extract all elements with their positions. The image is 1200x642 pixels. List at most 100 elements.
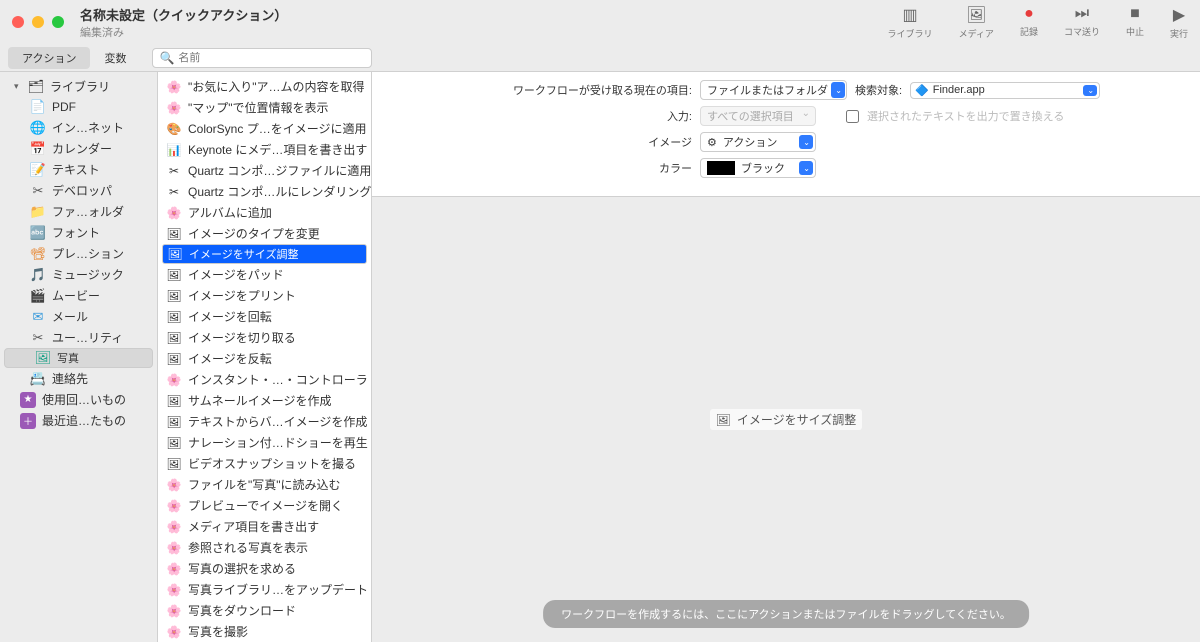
sidebar-item[interactable]: 🔤フォント <box>0 222 157 243</box>
category-icon: 🎬 <box>30 288 46 304</box>
action-item[interactable]: 🌸"マップ"で位置情報を表示 <box>158 97 371 118</box>
action-item[interactable]: 🖼イメージを切り取る <box>158 327 371 348</box>
workflow-drop-area[interactable]: 🖼 イメージをサイズ調整 ワークフローを作成するには、ここにアクションまたはファ… <box>372 197 1200 642</box>
media-icon: 🖼 <box>966 5 986 25</box>
recent-added-icon: ＋ <box>20 413 36 429</box>
action-icon: 🌸 <box>166 205 182 221</box>
action-item[interactable]: 🌸写真を撮影 <box>158 621 371 642</box>
action-item[interactable]: 🌸インスタント・…・コントローラ <box>158 369 371 390</box>
sidebar-recent-added[interactable]: ＋ 最近追…たもの <box>0 410 157 431</box>
action-list: 🌸"お気に入り"ア…ムの内容を取得🌸"マップ"で位置情報を表示🎨ColorSyn… <box>158 72 372 642</box>
category-icon: 📇 <box>30 371 46 387</box>
run-button[interactable]: ▶実行 <box>1170 5 1188 40</box>
action-item[interactable]: 📊Keynote にメデ…項目を書き出す <box>158 139 371 160</box>
category-icon: ✂ <box>30 183 46 199</box>
cfg-replace-label: 選択されたテキストを出力で置き換える <box>867 108 1064 124</box>
tab-segment: アクション 変数 <box>8 47 140 69</box>
media-button[interactable]: 🖼メディア <box>959 5 994 40</box>
cfg-image-select[interactable]: ⚙ アクション⌄ <box>700 132 816 152</box>
cfg-replace-checkbox[interactable] <box>846 110 859 123</box>
image-icon: 🖼 <box>716 413 731 427</box>
category-icon: 🔤 <box>30 225 46 241</box>
action-item[interactable]: 🖼イメージをサイズ調整 <box>162 244 367 264</box>
action-item[interactable]: 🖼サムネールイメージを作成 <box>158 390 371 411</box>
action-item[interactable]: 🖼イメージのタイプを変更 <box>158 223 371 244</box>
action-item[interactable]: 🌸写真をダウンロード <box>158 600 371 621</box>
action-icon: 🌸 <box>166 477 182 493</box>
cfg-input-select[interactable]: すべての選択項目 <box>700 106 816 126</box>
window-controls <box>12 16 64 28</box>
category-icon: 📅 <box>30 141 46 157</box>
title-block: 名称未設定（クイックアクション） 編集済み <box>80 5 888 40</box>
sidebar-item[interactable]: ✂ユー…リティ <box>0 327 157 348</box>
action-icon: 🖼 <box>166 309 182 325</box>
action-item[interactable]: 🌸参照される写真を表示 <box>158 537 371 558</box>
action-icon: 🌸 <box>166 498 182 514</box>
action-item[interactable]: ✂Quartz コンポ…ジファイルに適用 <box>158 160 371 181</box>
action-item[interactable]: 🌸プレビューでイメージを開く <box>158 495 371 516</box>
action-icon: 🌸 <box>166 582 182 598</box>
action-icon: 📊 <box>166 142 182 158</box>
sidebar-item[interactable]: 📽プレ…ション <box>0 243 157 264</box>
action-item[interactable]: 🖼イメージを回転 <box>158 306 371 327</box>
stop-button[interactable]: ■中止 <box>1126 5 1144 38</box>
action-icon: ✂ <box>166 184 182 200</box>
sidebar-item[interactable]: 🎬ムービー <box>0 285 157 306</box>
close-icon[interactable] <box>12 16 24 28</box>
cfg-input-label: 入力: <box>392 108 692 124</box>
main-area: ▾ 🗂 ライブラリ 📄PDF🌐イン…ネット📅カレンダー📝テキスト✂デベロッパ📁フ… <box>0 72 1200 642</box>
gear-icon: ⚙ <box>707 136 717 149</box>
search-icon: 🔍 <box>159 51 174 65</box>
sidebar-item[interactable]: ✉メール <box>0 306 157 327</box>
workflow-canvas: ワークフローが受け取る現在の項目: ファイルまたはフォルダ⌄ 検索対象: 🔷 F… <box>372 72 1200 642</box>
cfg-app-select[interactable]: 🔷 Finder.app⌄ <box>910 82 1100 99</box>
zoom-icon[interactable] <box>52 16 64 28</box>
sidebar-item[interactable]: 📇連絡先 <box>0 368 157 389</box>
sidebar-item[interactable]: 📄PDF <box>0 97 157 117</box>
sidebar-recent-used[interactable]: ★ 使用回…いもの <box>0 389 157 410</box>
action-icon: 🌸 <box>166 372 182 388</box>
sidebar-item[interactable]: 📝テキスト <box>0 159 157 180</box>
sidebar-item[interactable]: 🖼写真 <box>4 348 153 368</box>
action-item[interactable]: 🖼ナレーション付…ドショーを再生 <box>158 432 371 453</box>
search-input[interactable] <box>178 52 365 64</box>
action-icon: 🌸 <box>166 624 182 640</box>
sidebar-item[interactable]: ✂デベロッパ <box>0 180 157 201</box>
action-item[interactable]: 🌸アルバムに追加 <box>158 202 371 223</box>
sidebar-item[interactable]: 📅カレンダー <box>0 138 157 159</box>
step-button[interactable]: ⏭コマ送り <box>1064 5 1100 38</box>
action-item[interactable]: 🌸"お気に入り"ア…ムの内容を取得 <box>158 76 371 97</box>
action-item[interactable]: 🎨ColorSync プ…をイメージに適用 <box>158 118 371 139</box>
action-icon: 🖼 <box>166 267 182 283</box>
action-item[interactable]: 🌸メディア項目を書き出す <box>158 516 371 537</box>
action-item[interactable]: 🌸写真の選択を求める <box>158 558 371 579</box>
action-item[interactable]: 🌸ファイルを"写真"に読み込む <box>158 474 371 495</box>
sidebar-item[interactable]: 🎵ミュージック <box>0 264 157 285</box>
record-button[interactable]: ●記録 <box>1020 5 1038 38</box>
action-item[interactable]: 🌸写真ライブラリ…をアップデート <box>158 579 371 600</box>
sidebar-item[interactable]: 📁ファ…ォルダ <box>0 201 157 222</box>
cfg-color-select[interactable]: ブラック⌄ <box>700 158 816 178</box>
color-swatch <box>707 161 735 175</box>
action-item[interactable]: 🖼イメージをパッド <box>158 264 371 285</box>
action-item[interactable]: ✂Quartz コンポ…ルにレンダリング <box>158 181 371 202</box>
category-icon: ✂ <box>30 330 46 346</box>
action-icon: 🖼 <box>166 288 182 304</box>
minimize-icon[interactable] <box>32 16 44 28</box>
sidebar-item[interactable]: 🌐イン…ネット <box>0 117 157 138</box>
action-item[interactable]: 🖼イメージをプリント <box>158 285 371 306</box>
cfg-receives-label: ワークフローが受け取る現在の項目: <box>392 82 692 98</box>
cfg-receives-select[interactable]: ファイルまたはフォルダ⌄ <box>700 80 847 100</box>
action-item[interactable]: 🖼ビデオスナップショットを撮る <box>158 453 371 474</box>
search-field[interactable]: 🔍 <box>152 48 372 68</box>
tab-actions[interactable]: アクション <box>8 47 90 69</box>
action-item[interactable]: 🖼テキストからバ…イメージを作成 <box>158 411 371 432</box>
tab-variables[interactable]: 変数 <box>90 47 140 69</box>
library-button[interactable]: ▥ライブラリ <box>888 5 933 40</box>
action-item[interactable]: 🖼イメージを反転 <box>158 348 371 369</box>
action-icon: 🖼 <box>166 414 182 430</box>
disclosure-icon: ▾ <box>14 81 22 92</box>
category-icon: 📄 <box>30 99 46 115</box>
action-icon: 🌸 <box>166 519 182 535</box>
sidebar-library[interactable]: ▾ 🗂 ライブラリ <box>0 76 157 97</box>
